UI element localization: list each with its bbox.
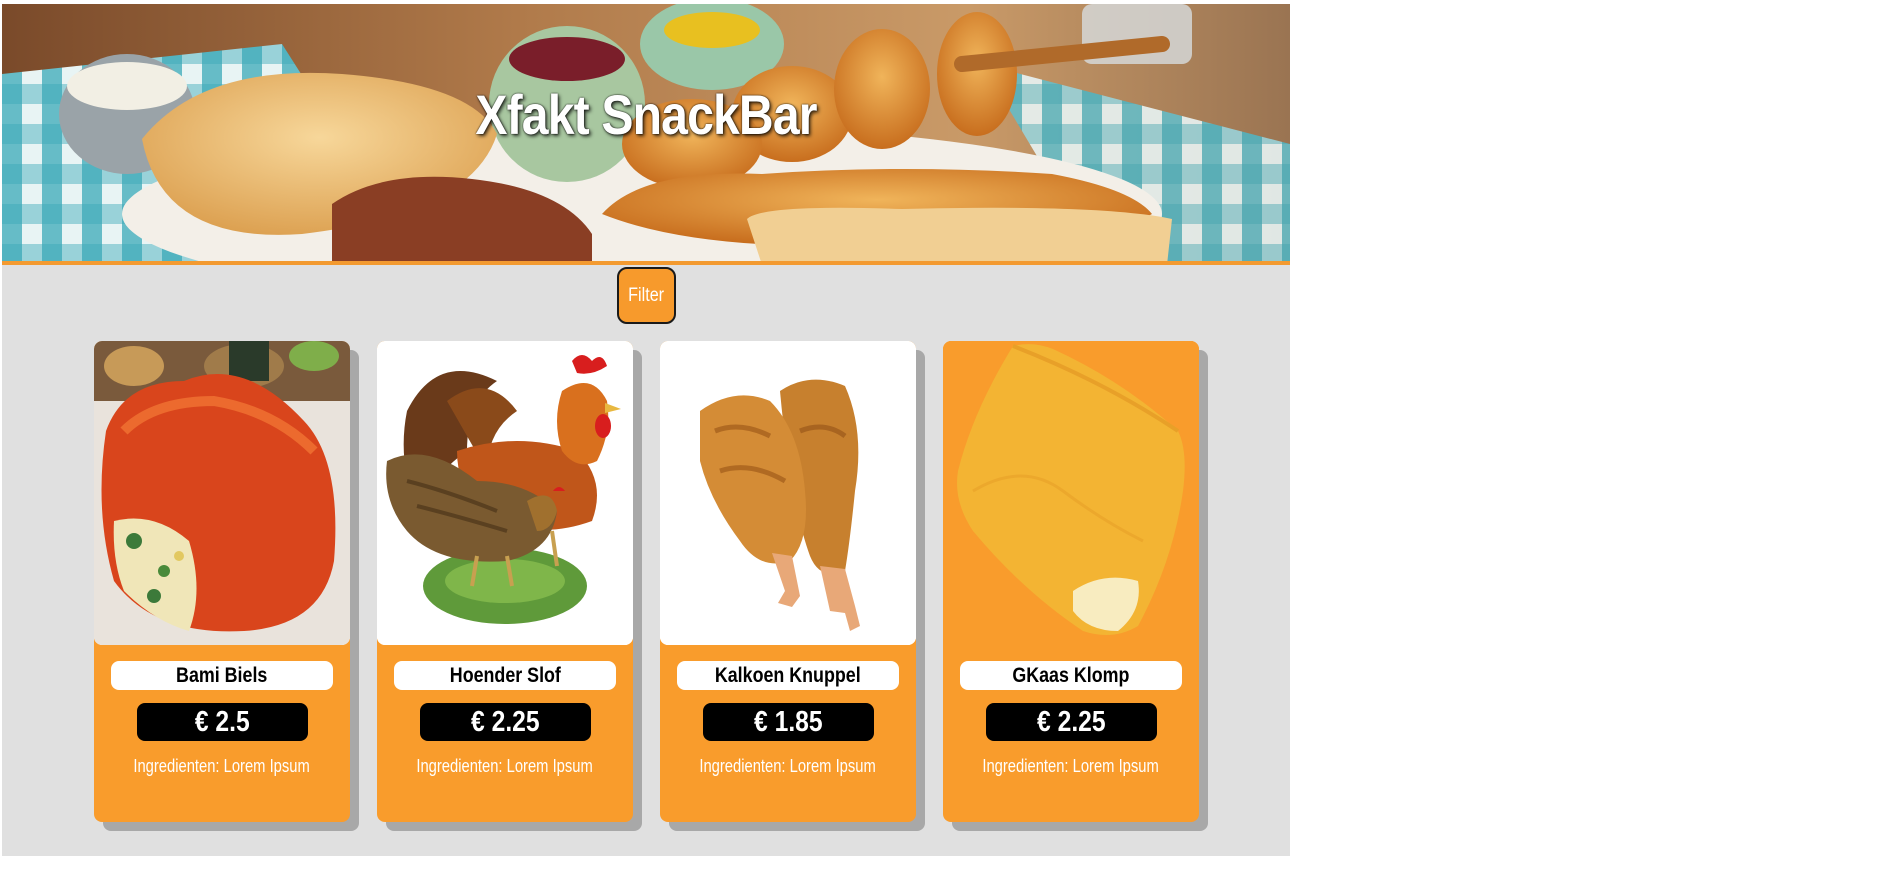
product-image [943, 341, 1199, 645]
product-card[interactable]: Hoender Slof € 2.25 Ingredienten: Lorem … [377, 341, 642, 831]
product-name: GKaas Klomp [960, 661, 1182, 690]
product-price: € 1.85 [703, 703, 874, 741]
card-body: GKaas Klomp € 2.25 Ingredienten: Lorem I… [943, 341, 1199, 822]
product-price: € 2.25 [420, 703, 591, 741]
product-ingredients: Ingredienten: Lorem Ipsum [416, 756, 594, 776]
card-body: Kalkoen Knuppel € 1.85 Ingredienten: Lor… [660, 341, 916, 822]
product-card[interactable]: GKaas Klomp € 2.25 Ingredienten: Lorem I… [943, 341, 1208, 831]
product-ingredients: Ingredienten: Lorem Ipsum [133, 756, 311, 776]
card-body: Bami Biels € 2.5 Ingredienten: Lorem Ips… [94, 341, 350, 822]
product-card[interactable]: Bami Biels € 2.5 Ingredienten: Lorem Ips… [94, 341, 359, 831]
product-name: Kalkoen Knuppel [677, 661, 899, 690]
product-name: Bami Biels [111, 661, 333, 690]
product-name: Hoender Slof [394, 661, 616, 690]
filter-button-label: Filter [628, 284, 665, 306]
product-price: € 2.25 [986, 703, 1157, 741]
product-image [377, 341, 633, 645]
page-title: Xfakt SnackBar [475, 83, 817, 146]
product-card[interactable]: Kalkoen Knuppel € 1.85 Ingredienten: Lor… [660, 341, 925, 831]
product-image [660, 341, 916, 645]
hero-banner: Xfakt SnackBar [2, 4, 1290, 265]
product-ingredients: Ingredienten: Lorem Ipsum [982, 756, 1160, 776]
product-image [94, 341, 350, 645]
app-container: Xfakt SnackBar Filter Bami Biels € 2.5 I… [2, 4, 1290, 856]
drumstick-icon [660, 341, 916, 645]
card-body: Hoender Slof € 2.25 Ingredienten: Lorem … [377, 341, 633, 822]
product-price: € 2.5 [137, 703, 308, 741]
cheese-snack-icon [943, 341, 1199, 645]
chicken-icon [377, 341, 633, 645]
product-ingredients: Ingredienten: Lorem Ipsum [699, 756, 877, 776]
filter-button[interactable]: Filter [617, 267, 676, 324]
bami-icon [94, 341, 350, 645]
